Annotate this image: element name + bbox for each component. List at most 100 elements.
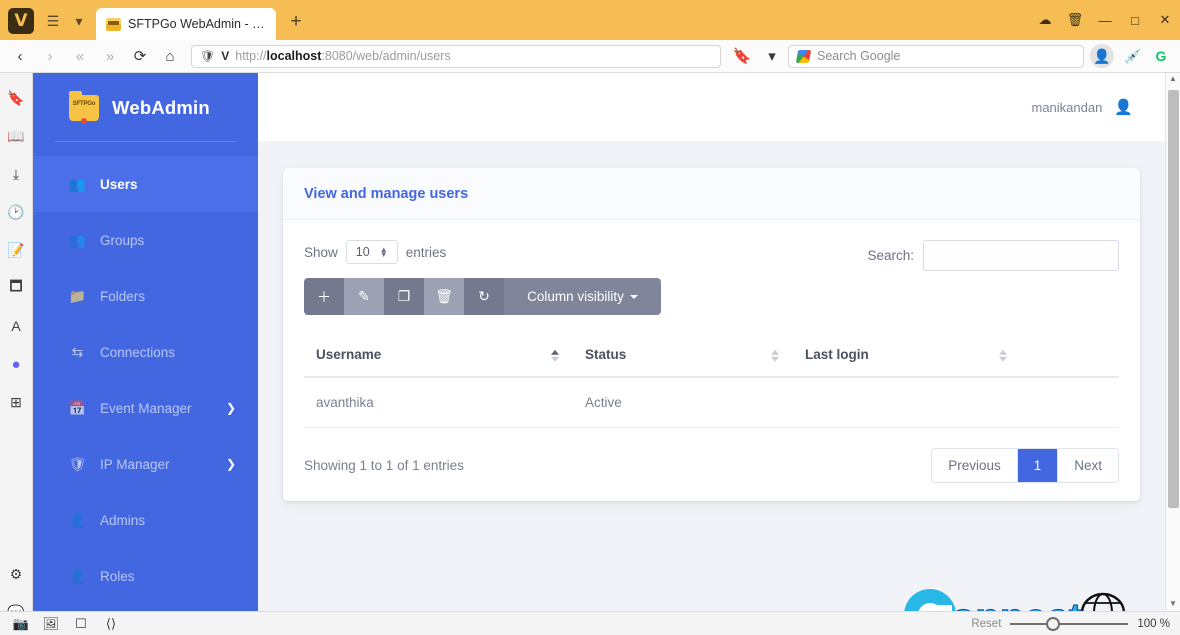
edit-user-button[interactable]: ✎ (344, 278, 384, 315)
minimize-button[interactable]: — (1090, 6, 1120, 34)
page-title: View and manage users (304, 186, 469, 202)
page-length-select[interactable]: 10 ▲ ▼ (345, 240, 398, 264)
cell-username: avanthika (304, 377, 573, 428)
header-username[interactable]: manikandan (1031, 100, 1102, 115)
back-button[interactable]: ‹ (6, 43, 34, 69)
reading-list-panel-icon[interactable]: 📖 (3, 121, 29, 151)
scrollbar-thumb[interactable] (1167, 90, 1179, 508)
scroll-down-arrow-icon[interactable]: ▼ (1169, 598, 1177, 611)
translate-panel-icon[interactable]: A (3, 311, 29, 341)
bookmarks-panel-icon[interactable]: 🔖 (3, 83, 29, 113)
maximize-button[interactable]: □ (1120, 6, 1150, 34)
browser-tab[interactable]: SFTPGo WebAdmin - Users (96, 8, 276, 40)
history-panel-icon[interactable]: 🕑 (3, 197, 29, 227)
camera-icon[interactable]: 📷 (10, 616, 32, 632)
column-label: Status (584, 347, 627, 362)
scroll-up-arrow-icon[interactable]: ▲ (1169, 73, 1177, 86)
settings-panel-icon[interactable]: ⚙ (3, 559, 29, 589)
delete-user-button[interactable]: 🗑 (424, 278, 464, 315)
windows-panel-icon[interactable]: 🗖 (3, 273, 29, 303)
image-icon[interactable]: 🖼 (40, 616, 62, 632)
sidebar-item-ip-manager[interactable]: 🛡 IP Manager ❯ (33, 436, 258, 492)
search-field[interactable]: Search Google (788, 44, 1084, 68)
table-row[interactable]: avanthika Active (304, 377, 1119, 428)
tab-stack-icon[interactable]: ☰ (40, 8, 66, 34)
chevron-right-icon: ❯ (225, 457, 236, 471)
fastforward-button[interactable]: » (96, 43, 124, 69)
cloud-sync-icon[interactable]: ☁ (1030, 6, 1060, 34)
sidebar-item-label: Roles (100, 568, 135, 584)
tab-stack-caret-icon[interactable]: ▾ (66, 8, 92, 34)
sidebar-item-connections[interactable]: ⇆ Connections (33, 324, 258, 380)
zoom-reset-button[interactable]: Reset (971, 618, 1001, 630)
pagination-next[interactable]: Next (1058, 449, 1118, 482)
devtools-icon[interactable]: ⟨⟩ (100, 616, 122, 632)
column-header-actions[interactable] (1021, 337, 1119, 378)
pagination-page-1[interactable]: 1 (1017, 449, 1059, 482)
column-visibility-button[interactable]: Column visibility (504, 278, 661, 315)
add-user-button[interactable]: ＋ (304, 278, 344, 315)
logo-dot-icon (81, 118, 87, 124)
column-header-username[interactable]: Username (304, 337, 573, 378)
vivaldi-badge-icon: V (221, 49, 230, 63)
new-tab-button[interactable]: + (282, 8, 310, 36)
shield-icon[interactable]: 🛡 (200, 49, 215, 63)
refresh-button[interactable]: ↻ (464, 278, 504, 315)
chevron-right-icon: ❯ (225, 401, 236, 415)
mastodon-panel-icon[interactable]: ● (3, 349, 29, 379)
sftpgo-logo-icon: SFTPGo (69, 91, 99, 124)
column-header-last-login[interactable]: Last login (792, 337, 1022, 378)
brand[interactable]: SFTPGo WebAdmin (33, 73, 258, 141)
pagination-previous[interactable]: Previous (932, 449, 1018, 482)
address-field[interactable]: 🛡 V http://localhost:8080/web/admin/user… (191, 44, 721, 68)
table-header: Username Status Last login (304, 337, 1119, 378)
sidebar-item-admins[interactable]: 👤 Admins (33, 492, 258, 548)
trash-icon[interactable]: 🗑 (1060, 6, 1090, 34)
downloads-panel-icon[interactable]: ⤓ (3, 159, 29, 189)
rewind-button[interactable]: « (66, 43, 94, 69)
zoom-controls: Reset 100 % (971, 616, 1170, 631)
sort-indicator-icon (770, 349, 779, 362)
search-input[interactable] (923, 240, 1119, 271)
home-button[interactable]: ⌂ (156, 43, 184, 69)
sidebar-item-groups[interactable]: 👥 Groups (33, 212, 258, 268)
zoom-slider[interactable] (1010, 616, 1129, 631)
cell-status: Active (572, 377, 793, 428)
user-avatar-icon[interactable]: 👤 (1114, 98, 1133, 116)
entries-info: Showing 1 to 1 of 1 entries (304, 458, 464, 473)
caret-down-icon (629, 294, 638, 299)
role-lock-icon: 👤 (68, 567, 87, 584)
users-table: Username Status Last login avanthika Act… (304, 337, 1119, 428)
vivaldi-logo-icon[interactable]: V (8, 8, 34, 34)
zoom-slider-knob[interactable] (1046, 616, 1061, 631)
profile-avatar-icon[interactable]: 👤 (1090, 44, 1114, 68)
bookmark-caret-icon[interactable]: ▾ (758, 43, 786, 69)
grammarly-extension-icon[interactable]: G (1148, 48, 1174, 64)
card-header: View and manage users (283, 168, 1140, 220)
column-label: Last login (804, 347, 869, 362)
search-placeholder: Search Google (817, 49, 901, 63)
sidebar-item-label: IP Manager (100, 456, 170, 472)
page-scrollbar[interactable]: ▲ ▼ (1165, 73, 1180, 611)
notes-panel-icon[interactable]: 📝 (3, 235, 29, 265)
pagination: Previous 1 Next (931, 448, 1119, 483)
sidebar-item-folders[interactable]: 📁 Folders (33, 268, 258, 324)
sidebar-item-event-manager[interactable]: 📅 Event Manager ❯ (33, 380, 258, 436)
column-header-status[interactable]: Status (572, 337, 793, 378)
copy-user-button[interactable]: ❐ (384, 278, 424, 315)
sidebar-item-users[interactable]: 👥 Users (33, 156, 258, 212)
table-header-row: Username Status Last login (304, 337, 1119, 378)
tile-icon[interactable]: ☐ (70, 616, 92, 632)
syringe-extension-icon[interactable]: 💉 (1120, 48, 1146, 65)
card-body: Show 10 ▲ ▼ entries ＋ ✎ ❐ 🗑 ↻ Column vis… (283, 220, 1140, 501)
sidebar-item-roles[interactable]: 👤 Roles (33, 548, 258, 604)
bookmark-icon[interactable]: 🔖 (728, 43, 756, 69)
add-panel-icon[interactable]: ⊞ (3, 387, 29, 417)
tab-title: SFTPGo WebAdmin - Users (128, 17, 266, 31)
close-button[interactable]: ✕ (1150, 6, 1180, 34)
table-controls: Show 10 ▲ ▼ entries ＋ ✎ ❐ 🗑 ↻ Column vis… (304, 240, 1119, 315)
scrollbar-track[interactable] (1166, 86, 1180, 598)
reload-button[interactable]: ⟳ (126, 43, 154, 69)
admin-user-icon: 👤 (68, 511, 87, 528)
forward-button[interactable]: › (36, 43, 64, 69)
